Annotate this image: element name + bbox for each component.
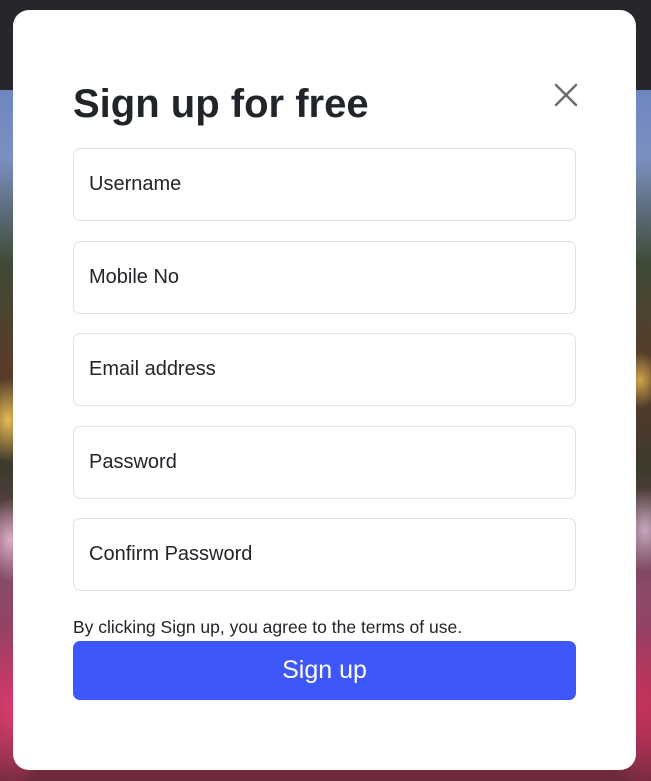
close-icon	[554, 83, 578, 107]
mobile-input[interactable]	[73, 241, 576, 314]
modal-title: Sign up for free	[73, 82, 369, 126]
signup-modal: Sign up for free By clicking Sign up, yo…	[13, 10, 636, 770]
signup-button[interactable]: Sign up	[73, 641, 576, 700]
username-input[interactable]	[73, 148, 576, 221]
terms-text: By clicking Sign up, you agree to the te…	[73, 617, 463, 637]
confirm-password-input[interactable]	[73, 518, 576, 591]
close-button[interactable]	[551, 80, 581, 110]
password-input[interactable]	[73, 426, 576, 499]
email-input[interactable]	[73, 333, 576, 406]
